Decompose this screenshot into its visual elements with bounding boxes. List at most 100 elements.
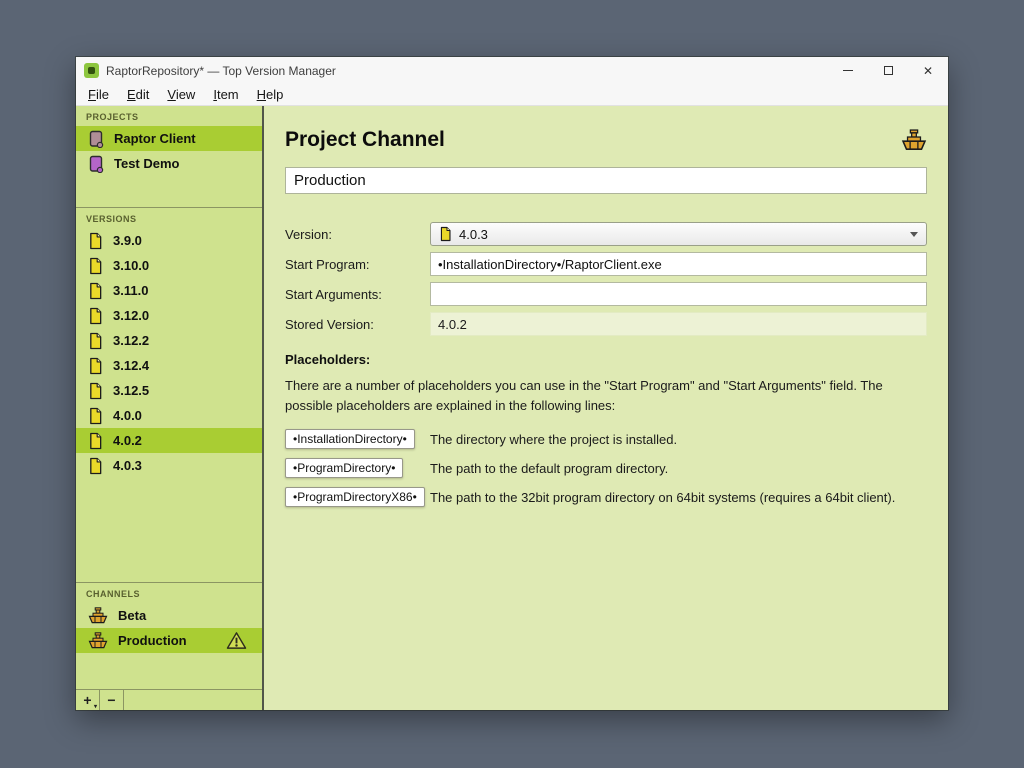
version-document-icon	[439, 226, 452, 242]
version-label: 4.0.2	[113, 433, 142, 448]
version-label: 3.9.0	[113, 233, 142, 248]
version-label: 3.12.2	[113, 333, 149, 348]
version-item[interactable]: 3.12.4	[76, 353, 262, 378]
sidebar: PROJECTS Raptor Client Test Demo VERSION…	[76, 106, 264, 710]
version-document-icon	[88, 457, 103, 475]
channel-item-beta[interactable]: Beta	[76, 603, 262, 628]
version-label: 3.12.0	[113, 308, 149, 323]
maximize-button[interactable]	[868, 57, 908, 84]
placeholder-row: •InstallationDirectory• The directory wh…	[285, 428, 927, 450]
remove-button[interactable]: −	[100, 690, 124, 710]
version-document-icon	[88, 282, 103, 300]
version-document-icon	[88, 357, 103, 375]
placeholder-description: The directory where the project is insta…	[430, 432, 677, 447]
form-row-start-arguments: Start Arguments:	[285, 282, 927, 306]
version-document-icon	[88, 307, 103, 325]
version-document-icon	[88, 432, 103, 450]
close-button[interactable]: ✕	[908, 57, 948, 84]
menu-item[interactable]: Item	[204, 87, 247, 102]
channels-section-header: CHANNELS	[76, 583, 262, 603]
menu-view[interactable]: View	[158, 87, 204, 102]
version-item[interactable]: 3.10.0	[76, 253, 262, 278]
window-content: PROJECTS Raptor Client Test Demo VERSION…	[76, 106, 948, 710]
versions-section-header: VERSIONS	[76, 208, 262, 228]
main-panel: Project Channel Version: 4.0.3 Start Pro…	[264, 106, 948, 710]
title-bar: RaptorRepository* — Top Version Manager …	[76, 57, 948, 84]
app-window: RaptorRepository* — Top Version Manager …	[76, 57, 948, 710]
form-row-version: Version: 4.0.3	[285, 222, 927, 246]
placeholders-label: Placeholders:	[285, 352, 927, 367]
version-document-icon	[88, 407, 103, 425]
placeholder-row: •ProgramDirectory• The path to the defau…	[285, 457, 927, 479]
add-dropdown-caret-icon: ▾	[94, 703, 97, 710]
version-label: 3.11.0	[113, 283, 148, 298]
menu-edit[interactable]: Edit	[118, 87, 158, 102]
start-program-field-label: Start Program:	[285, 257, 430, 272]
window-controls: ✕	[828, 57, 948, 84]
placeholder-token-program-directory[interactable]: •ProgramDirectory•	[285, 458, 403, 478]
placeholder-description: The path to the 32bit program directory …	[430, 490, 895, 505]
version-item-selected[interactable]: 4.0.2	[76, 428, 262, 453]
project-item-raptor-client[interactable]: Raptor Client	[76, 126, 262, 151]
minimize-icon	[843, 70, 853, 71]
version-dropdown-value: 4.0.3	[459, 227, 488, 242]
add-button[interactable]: + ▾	[76, 690, 100, 710]
version-field-label: Version:	[285, 227, 430, 242]
version-document-icon	[88, 332, 103, 350]
menu-file[interactable]: File	[79, 87, 118, 102]
form-row-stored-version: Stored Version: 4.0.2	[285, 312, 927, 336]
version-label: 3.12.4	[113, 358, 149, 373]
channel-label: Beta	[118, 608, 146, 623]
version-item[interactable]: 4.0.3	[76, 453, 262, 478]
form-row-start-program: Start Program:	[285, 252, 927, 276]
channel-name-input[interactable]	[285, 167, 927, 194]
version-label: 4.0.3	[113, 458, 142, 473]
window-title: RaptorRepository* — Top Version Manager	[106, 64, 336, 78]
project-item-test-demo[interactable]: Test Demo	[76, 151, 262, 176]
chevron-down-icon	[910, 232, 918, 237]
version-item[interactable]: 3.9.0	[76, 228, 262, 253]
channel-form: Version: 4.0.3 Start Program: Start Argu…	[285, 222, 927, 336]
project-label: Raptor Client	[114, 131, 196, 146]
version-label: 3.10.0	[113, 258, 149, 273]
channel-item-production[interactable]: Production	[76, 628, 262, 653]
minimize-button[interactable]	[828, 57, 868, 84]
version-item[interactable]: 3.11.0	[76, 278, 262, 303]
project-icon	[88, 130, 104, 148]
version-label: 3.12.5	[113, 383, 149, 398]
stored-version-field-label: Stored Version:	[285, 317, 430, 332]
stored-version-value: 4.0.2	[430, 312, 927, 336]
version-label: 4.0.0	[113, 408, 142, 423]
main-header: Project Channel	[285, 126, 927, 154]
channel-label: Production	[118, 633, 187, 648]
menu-help[interactable]: Help	[248, 87, 293, 102]
channel-ship-icon	[88, 607, 108, 624]
version-item[interactable]: 3.12.5	[76, 378, 262, 403]
sidebar-toolbar: + ▾ −	[76, 689, 262, 710]
start-arguments-input[interactable]	[430, 282, 927, 306]
app-icon	[84, 63, 99, 78]
start-program-input[interactable]	[430, 252, 927, 276]
version-document-icon	[88, 257, 103, 275]
version-item[interactable]: 3.12.0	[76, 303, 262, 328]
channel-ship-icon	[901, 129, 927, 151]
version-document-icon	[88, 382, 103, 400]
close-icon: ✕	[923, 65, 933, 77]
version-dropdown[interactable]: 4.0.3	[430, 222, 927, 246]
maximize-icon	[884, 66, 893, 75]
menu-bar: File Edit View Item Help	[76, 84, 948, 106]
page-title: Project Channel	[285, 128, 445, 152]
placeholder-row: •ProgramDirectoryX86• The path to the 32…	[285, 486, 927, 508]
channel-ship-icon	[88, 632, 108, 649]
version-document-icon	[88, 232, 103, 250]
start-arguments-field-label: Start Arguments:	[285, 287, 430, 302]
projects-section-header: PROJECTS	[76, 106, 262, 126]
warning-icon	[226, 631, 247, 650]
version-item[interactable]: 4.0.0	[76, 403, 262, 428]
placeholder-token-installation-directory[interactable]: •InstallationDirectory•	[285, 429, 415, 449]
version-item[interactable]: 3.12.2	[76, 328, 262, 353]
placeholder-description: The path to the default program director…	[430, 461, 668, 476]
placeholder-token-program-directory-x86[interactable]: •ProgramDirectoryX86•	[285, 487, 425, 507]
project-label: Test Demo	[114, 156, 180, 171]
desktop: { "window": { "title": "RaptorRepository…	[0, 0, 1024, 768]
